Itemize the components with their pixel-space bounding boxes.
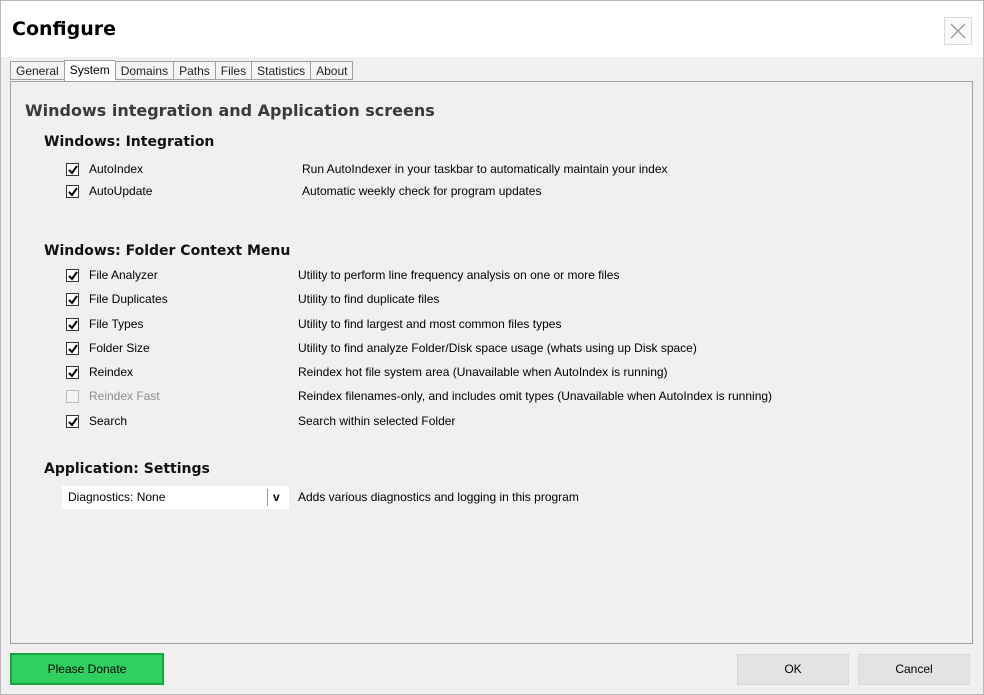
tab-statistics[interactable]: Statistics [251,61,311,80]
option-folder-size[interactable]: Folder Size [66,339,150,357]
close-icon [950,23,966,39]
checkmark-icon [68,270,78,281]
autoupdate-checkbox[interactable] [66,184,79,198]
file-duplicates-label: File Duplicates [89,292,168,306]
system-tab-panel: Windows integration and Application scre… [10,81,973,644]
tab-files[interactable]: Files [214,61,252,80]
checkmark-icon [68,343,78,354]
file-duplicates-checkbox[interactable] [66,292,79,306]
file-duplicates-description: Utility to find duplicate files [298,292,440,306]
tab-system[interactable]: System [63,60,115,81]
tab-about[interactable]: About [310,61,354,80]
file-analyzer-checkbox[interactable] [66,268,79,282]
option-file-types[interactable]: File Types [66,315,143,333]
file-types-label: File Types [89,317,144,331]
checkmark-icon [68,186,78,197]
checkmark-icon [68,294,78,305]
file-types-checkbox[interactable] [66,317,79,331]
option-autoindex[interactable]: AutoIndex [66,160,143,178]
reindex-label: Reindex [89,365,134,379]
configure-window: Configure General System Domains Paths F… [0,0,984,695]
diagnostics-select[interactable]: Diagnostics: None v [62,486,289,509]
option-file-duplicates[interactable]: File Duplicates [66,290,168,308]
window-title: Configure [12,18,116,40]
diagnostics-description: Adds various diagnostics and logging in … [298,490,579,504]
search-checkbox[interactable] [66,414,79,428]
panel-heading: Windows integration and Application scre… [25,101,435,120]
autoindex-label: AutoIndex [89,162,144,176]
donate-button[interactable]: Please Donate [10,653,164,685]
folder-size-checkbox[interactable] [66,341,79,355]
checkmark-icon [68,367,78,378]
search-description: Search within selected Folder [298,414,456,428]
context-menu-heading: Windows: Folder Context Menu [44,243,291,259]
diagnostics-value: Diagnostics: None [68,490,166,504]
file-types-description: Utility to find largest and most common … [298,317,562,331]
autoupdate-description: Automatic weekly check for program updat… [302,184,542,198]
select-separator [267,489,268,506]
option-reindex-fast: Reindex Fast [66,387,160,405]
close-button[interactable] [944,17,972,45]
dropdown-arrow-icon[interactable]: v [273,490,280,504]
option-file-analyzer[interactable]: File Analyzer [66,266,158,284]
tab-domains[interactable]: Domains [114,61,174,80]
ok-button[interactable]: OK [737,654,849,685]
tab-bar: General System Domains Paths Files Stati… [10,60,354,81]
checkmark-icon [68,164,78,175]
cancel-button[interactable]: Cancel [858,654,970,685]
file-analyzer-description: Utility to perform line frequency analys… [298,268,620,282]
settings-heading: Application: Settings [44,461,210,477]
reindex-fast-checkbox [66,389,79,403]
file-analyzer-label: File Analyzer [89,268,158,282]
autoupdate-label: AutoUpdate [89,184,153,198]
checkmark-icon [68,319,78,330]
integration-heading: Windows: Integration [44,134,215,150]
folder-size-description: Utility to find analyze Folder/Disk spac… [298,341,697,355]
title-bar: Configure [1,1,983,57]
checkmark-icon [68,416,78,427]
tab-paths[interactable]: Paths [173,61,215,80]
autoindex-checkbox[interactable] [66,162,79,176]
search-label: Search [89,414,128,428]
autoindex-description: Run AutoIndexer in your taskbar to autom… [302,162,668,176]
option-autoupdate[interactable]: AutoUpdate [66,182,152,200]
reindex-description: Reindex hot file system area (Unavailabl… [298,365,668,379]
tab-general[interactable]: General [10,61,64,80]
reindex-fast-label: Reindex Fast [89,389,160,403]
option-reindex[interactable]: Reindex [66,363,133,381]
reindex-checkbox[interactable] [66,365,79,379]
option-search[interactable]: Search [66,412,127,430]
folder-size-label: Folder Size [89,341,150,355]
reindex-fast-description: Reindex filenames-only, and includes omi… [298,389,773,403]
